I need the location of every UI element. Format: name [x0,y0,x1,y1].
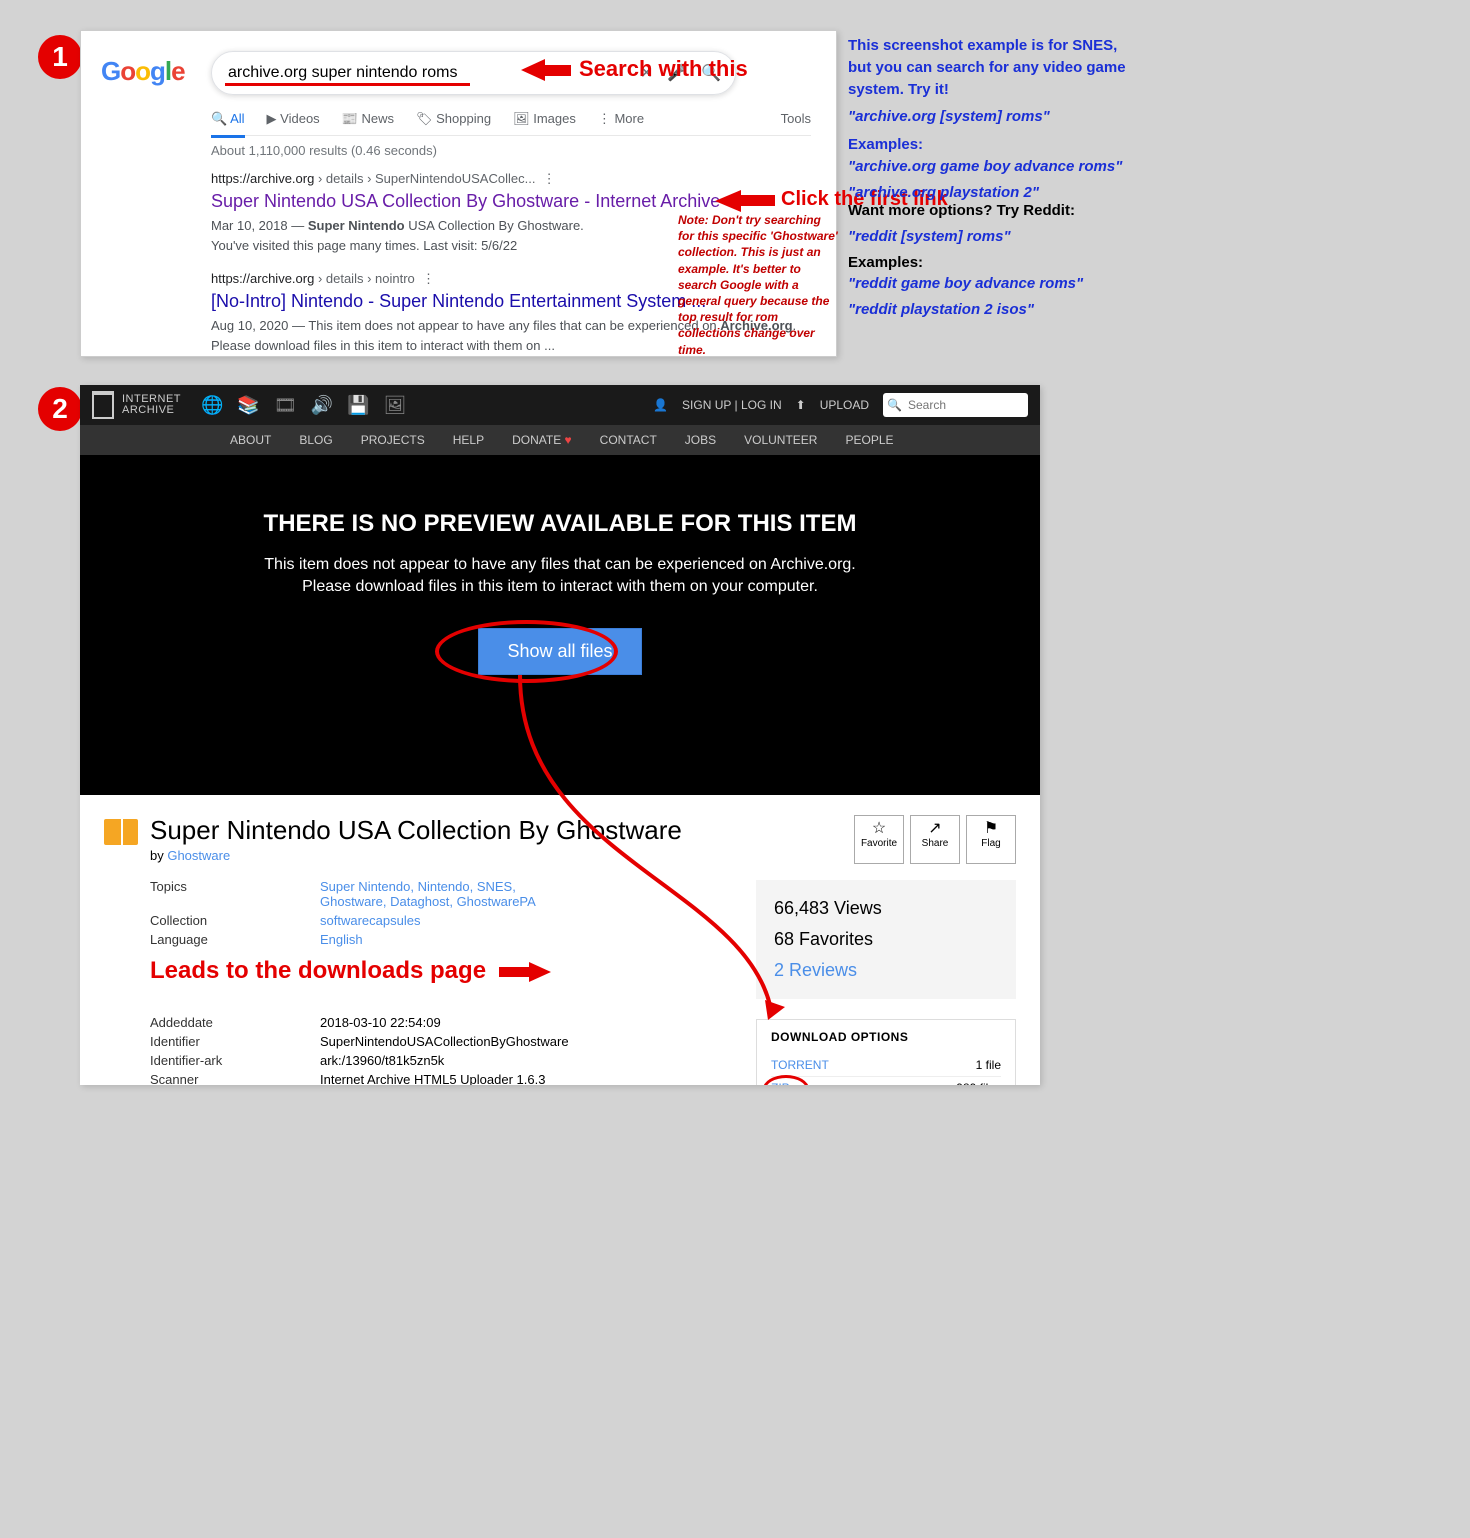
torrent-link[interactable]: TORRENT [771,1058,829,1072]
ia-search-input[interactable] [902,395,1024,415]
tab-images[interactable]: 🖼 Images [513,111,576,127]
annotation-note: Note: Don't try searching for this speci… [678,212,838,358]
tools-link[interactable]: Tools [781,111,811,126]
upload-icon[interactable]: ⬆ [796,398,806,412]
tab-shopping[interactable]: 🏷 Shopping [416,111,491,127]
nav-contact[interactable]: CONTACT [600,433,657,447]
side-note-2: Want more options? Try Reddit: "reddit [… [848,200,1138,321]
tab-news[interactable]: 📰 News [342,111,394,127]
books-icon[interactable]: 📚 [237,395,259,416]
nav-projects[interactable]: PROJECTS [361,433,425,447]
nav-jobs[interactable]: JOBS [685,433,716,447]
google-tabs: 🔍 All ▶ Videos 📰 News 🏷 Shopping 🖼 Image… [211,111,811,136]
annotation-underline [225,83,470,86]
step-1-badge: 1 [38,35,82,79]
nav-about[interactable]: ABOUT [230,433,271,447]
annotation-leads-to-downloads: Leads to the downloads page [150,957,736,985]
favorite-button[interactable]: ☆Favorite [854,815,904,864]
reviews-link[interactable]: 2 Reviews [774,960,998,981]
flag-button[interactable]: ⚑Flag [966,815,1016,864]
ia-topbar: INTERNETARCHIVE 🌐 📚 🎞 🔊 💾 🖼 👤 SIGN UP | … [80,385,1040,425]
web-icon[interactable]: 🌐 [201,395,223,416]
annotation-search-with-this: Search with this [521,56,748,82]
google-logo: Google [101,56,185,87]
tab-all[interactable]: 🔍 All [211,111,245,138]
upload-link[interactable]: UPLOAD [820,398,869,412]
search-result-1: https://archive.org › details › SuperNin… [211,171,720,255]
no-preview-heading: THERE IS NO PREVIEW AVAILABLE FOR THIS I… [80,510,1040,538]
no-preview-area: THERE IS NO PREVIEW AVAILABLE FOR THIS I… [80,455,1040,795]
audio-icon[interactable]: 🔊 [311,395,333,416]
download-options: DOWNLOAD OPTIONS TORRENT1 file ZIP989 fi… [756,1019,1016,1085]
signup-link[interactable]: SIGN UP [682,398,731,412]
step-2-badge: 2 [38,387,82,431]
video-icon[interactable]: 🎞 [274,395,297,416]
item-title: Super Nintendo USA Collection By Ghostwa… [150,815,736,846]
side-note-1: This screenshot example is for SNES, but… [848,35,1138,203]
author-link[interactable]: Ghostware [167,848,230,863]
language-link[interactable]: English [320,932,363,947]
show-all-files-button[interactable]: Show all files [478,628,641,675]
nav-donate[interactable]: DONATE ♥ [512,433,572,447]
images-icon[interactable]: 🖼 [384,395,407,416]
result-menu-icon[interactable]: ⋮ [422,271,435,286]
user-icon[interactable]: 👤 [653,398,668,412]
annotation-zip-circle [763,1075,809,1085]
nav-help[interactable]: HELP [453,433,484,447]
internet-archive-panel: INTERNETARCHIVE 🌐 📚 🎞 🔊 💾 🖼 👤 SIGN UP | … [80,385,1040,1085]
software-icon[interactable]: 💾 [347,395,369,416]
result-1-link[interactable]: Super Nintendo USA Collection By Ghostwa… [211,191,720,212]
login-link[interactable]: LOG IN [741,398,782,412]
result-menu-icon[interactable]: ⋮ [543,171,556,186]
result-stats: About 1,110,000 results (0.46 seconds) [211,143,437,158]
nav-people[interactable]: PEOPLE [845,433,893,447]
nav-blog[interactable]: BLOG [299,433,332,447]
item-type-icon [104,819,138,845]
tab-videos[interactable]: ▶ Videos [267,111,320,127]
ia-logo[interactable]: INTERNETARCHIVE [92,391,181,419]
collection-link[interactable]: softwarecapsules [320,913,420,928]
nav-volunteer[interactable]: VOLUNTEER [744,433,817,447]
topics-links[interactable]: Super Nintendo, Nintendo, SNES, Ghostwar… [320,879,580,909]
archive-building-icon [92,391,114,419]
share-button[interactable]: ↗Share [910,815,960,864]
stats-box: 66,483 Views 68 Favorites 2 Reviews [756,880,1016,999]
ia-nav: ABOUT BLOG PROJECTS HELP DONATE ♥ CONTAC… [80,425,1040,455]
tab-more[interactable]: ⋮ More [598,111,644,127]
